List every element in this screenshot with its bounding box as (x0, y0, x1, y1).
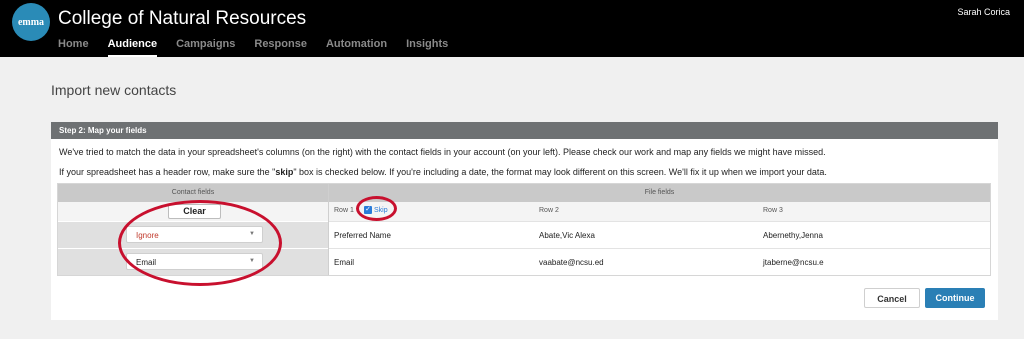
account-title: College of Natural Resources (58, 8, 307, 29)
nav-insights[interactable]: Insights (406, 38, 448, 57)
intro-text-2-start: If your spreadsheet has a header row, ma… (59, 167, 276, 177)
page-title: Import new contacts (51, 82, 177, 98)
contact-field-value: Ignore (136, 231, 159, 240)
file-fields-header: File fields (329, 184, 990, 202)
file-data-row: Preferred Name Abate,Vic Alexa Abernethy… (329, 221, 990, 248)
continue-button[interactable]: Continue (925, 288, 985, 308)
chevron-down-icon: ▼ (249, 258, 255, 264)
contact-field-select[interactable]: Ignore ▼ (126, 226, 263, 243)
skip-label[interactable]: Skip (374, 207, 388, 214)
mapping-row: Ignore ▼ (58, 221, 328, 248)
emma-logo[interactable]: emma (12, 3, 50, 41)
intro-text-2-end: " box is checked below. If you're includ… (293, 167, 827, 177)
nav-response[interactable]: Response (254, 38, 307, 57)
cell: jtaberne@ncsu.e (763, 258, 824, 267)
cancel-button[interactable]: Cancel (864, 288, 920, 308)
chevron-down-icon: ▼ (249, 231, 255, 237)
main-nav: Home Audience Campaigns Response Automat… (58, 38, 467, 57)
row-header: Row 1 ✓ Skip Row 2 Row 3 (329, 202, 990, 221)
intro-text-1: We've tried to match the data in your sp… (59, 147, 826, 157)
contact-field-value: Email (136, 258, 157, 267)
intro-text-2: If your spreadsheet has a header row, ma… (59, 167, 827, 177)
nav-campaigns[interactable]: Campaigns (176, 38, 235, 57)
user-menu[interactable]: Sarah Corica (957, 7, 1010, 17)
nav-audience[interactable]: Audience (107, 38, 158, 57)
row-1-label: Row 1 (334, 207, 354, 214)
cell: Preferred Name (334, 231, 391, 240)
clear-row: Clear (58, 202, 328, 221)
cell: vaabate@ncsu.ed (539, 258, 604, 267)
cell: Abernethy,Jenna (763, 231, 823, 240)
field-mapping-table: Contact fields Clear Ignore ▼ Email ▼ Fi… (57, 183, 991, 276)
clear-button[interactable]: Clear (168, 204, 221, 219)
skip-checkbox[interactable]: ✓ (364, 206, 372, 214)
mapping-row: Email ▼ (58, 248, 328, 275)
nav-home[interactable]: Home (58, 38, 89, 57)
file-data-row: Email vaabate@ncsu.ed jtaberne@ncsu.e (329, 248, 990, 275)
nav-automation[interactable]: Automation (326, 38, 387, 57)
contact-fields-header: Contact fields (58, 184, 328, 202)
cell: Abate,Vic Alexa (539, 231, 595, 240)
import-panel: Step 2: Map your fields We've tried to m… (51, 122, 998, 320)
row-3-label: Row 3 (763, 207, 783, 214)
row-2-label: Row 2 (539, 207, 559, 214)
intro-text-2-skip: skip (275, 167, 294, 177)
contact-fields-column: Contact fields Clear Ignore ▼ Email ▼ (58, 184, 328, 275)
cell: Email (334, 258, 355, 267)
file-fields-column: File fields Row 1 ✓ Skip Row 2 Row 3 Pre… (328, 184, 990, 275)
step-header: Step 2: Map your fields (51, 122, 998, 139)
contact-field-select[interactable]: Email ▼ (126, 253, 263, 270)
top-bar: emma College of Natural Resources Sarah … (0, 0, 1024, 57)
